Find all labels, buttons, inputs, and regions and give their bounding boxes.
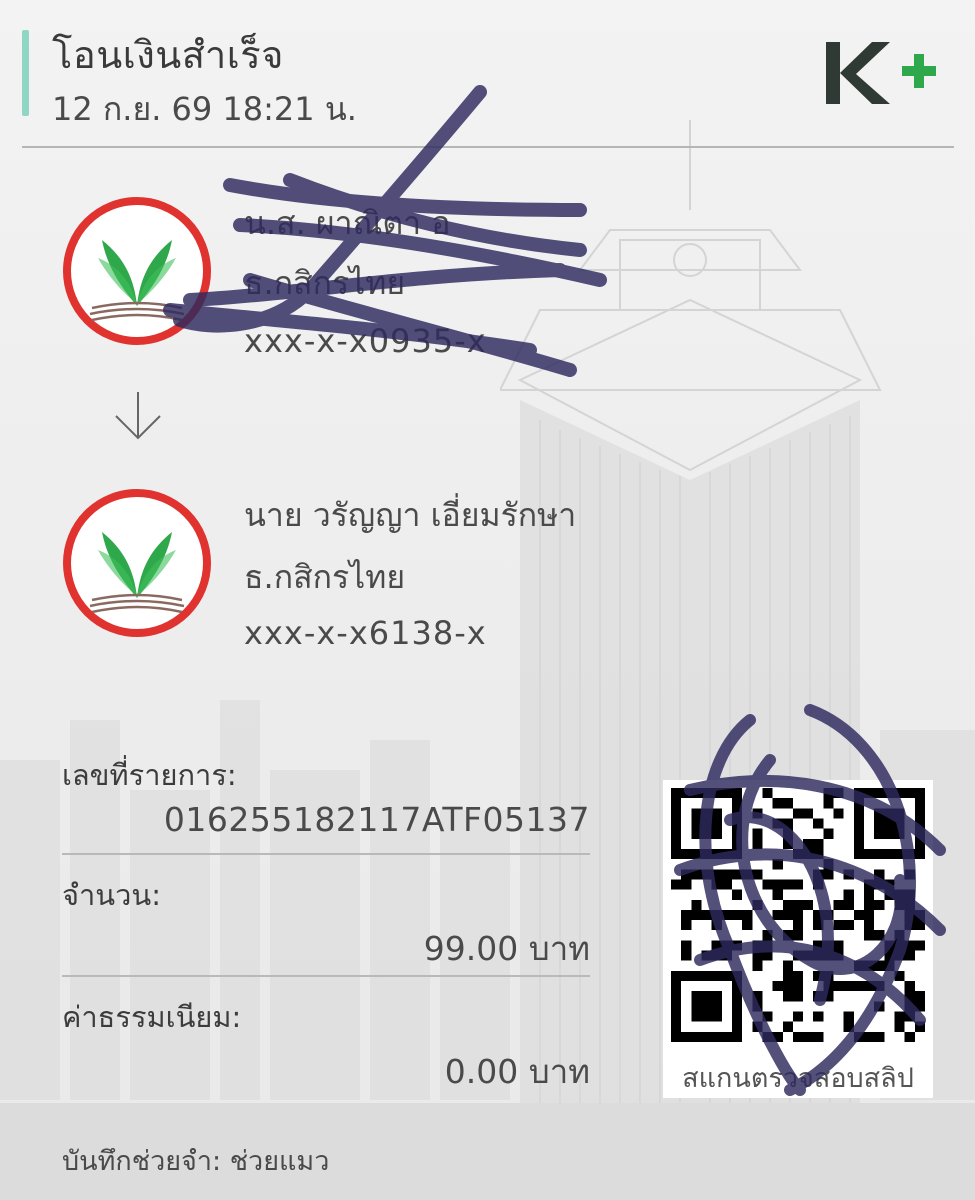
reference-label: เลขที่รายการ: [62, 758, 237, 792]
reference-number: 016255182117ATF05137 [163, 800, 590, 839]
page-title: โอนเงินสำเร็จ [52, 33, 284, 77]
kbank-logo-icon [63, 197, 211, 345]
memo-text: บันทึกช่วยจำ: ช่วยแมว [62, 1146, 330, 1177]
transaction-datetime: 12 ก.ย. 69 18:21 น. [52, 90, 357, 128]
kplus-logo-icon [826, 42, 936, 104]
sender-bank: ธ.กสิกรไทย [244, 264, 406, 302]
receiver-account: xxx-x-x6138-x [244, 614, 487, 652]
fee-label: ค่าธรรมเนียม: [62, 1000, 242, 1034]
accent-bar [22, 30, 29, 116]
arrow-down-icon [115, 392, 161, 440]
receiver-name: นาย วรัญญา เอี่ยมรักษา [244, 496, 577, 534]
divider [62, 975, 590, 977]
sender-account: xxx-x-x0935-x [244, 322, 487, 360]
divider [62, 853, 590, 855]
receiver-bank: ธ.กสิกรไทย [244, 558, 406, 596]
transfer-slip: โอนเงินสำเร็จ 12 ก.ย. 69 18:21 น. น.ส. ผ… [0, 0, 975, 1200]
qr-panel: สแกนตรวจสอบสลิป [663, 780, 933, 1098]
amount-value: 99.00 บาท [423, 929, 590, 968]
header-divider [22, 146, 954, 148]
sender-name: น.ส. ผาณิตา อ [244, 204, 451, 242]
fee-value: 0.00 บาท [444, 1052, 590, 1091]
qr-code-icon[interactable] [671, 788, 925, 1042]
amount-label: จำนวน: [62, 878, 161, 912]
qr-caption: สแกนตรวจสอบสลิป [682, 1063, 914, 1094]
kbank-logo-icon [63, 489, 211, 637]
